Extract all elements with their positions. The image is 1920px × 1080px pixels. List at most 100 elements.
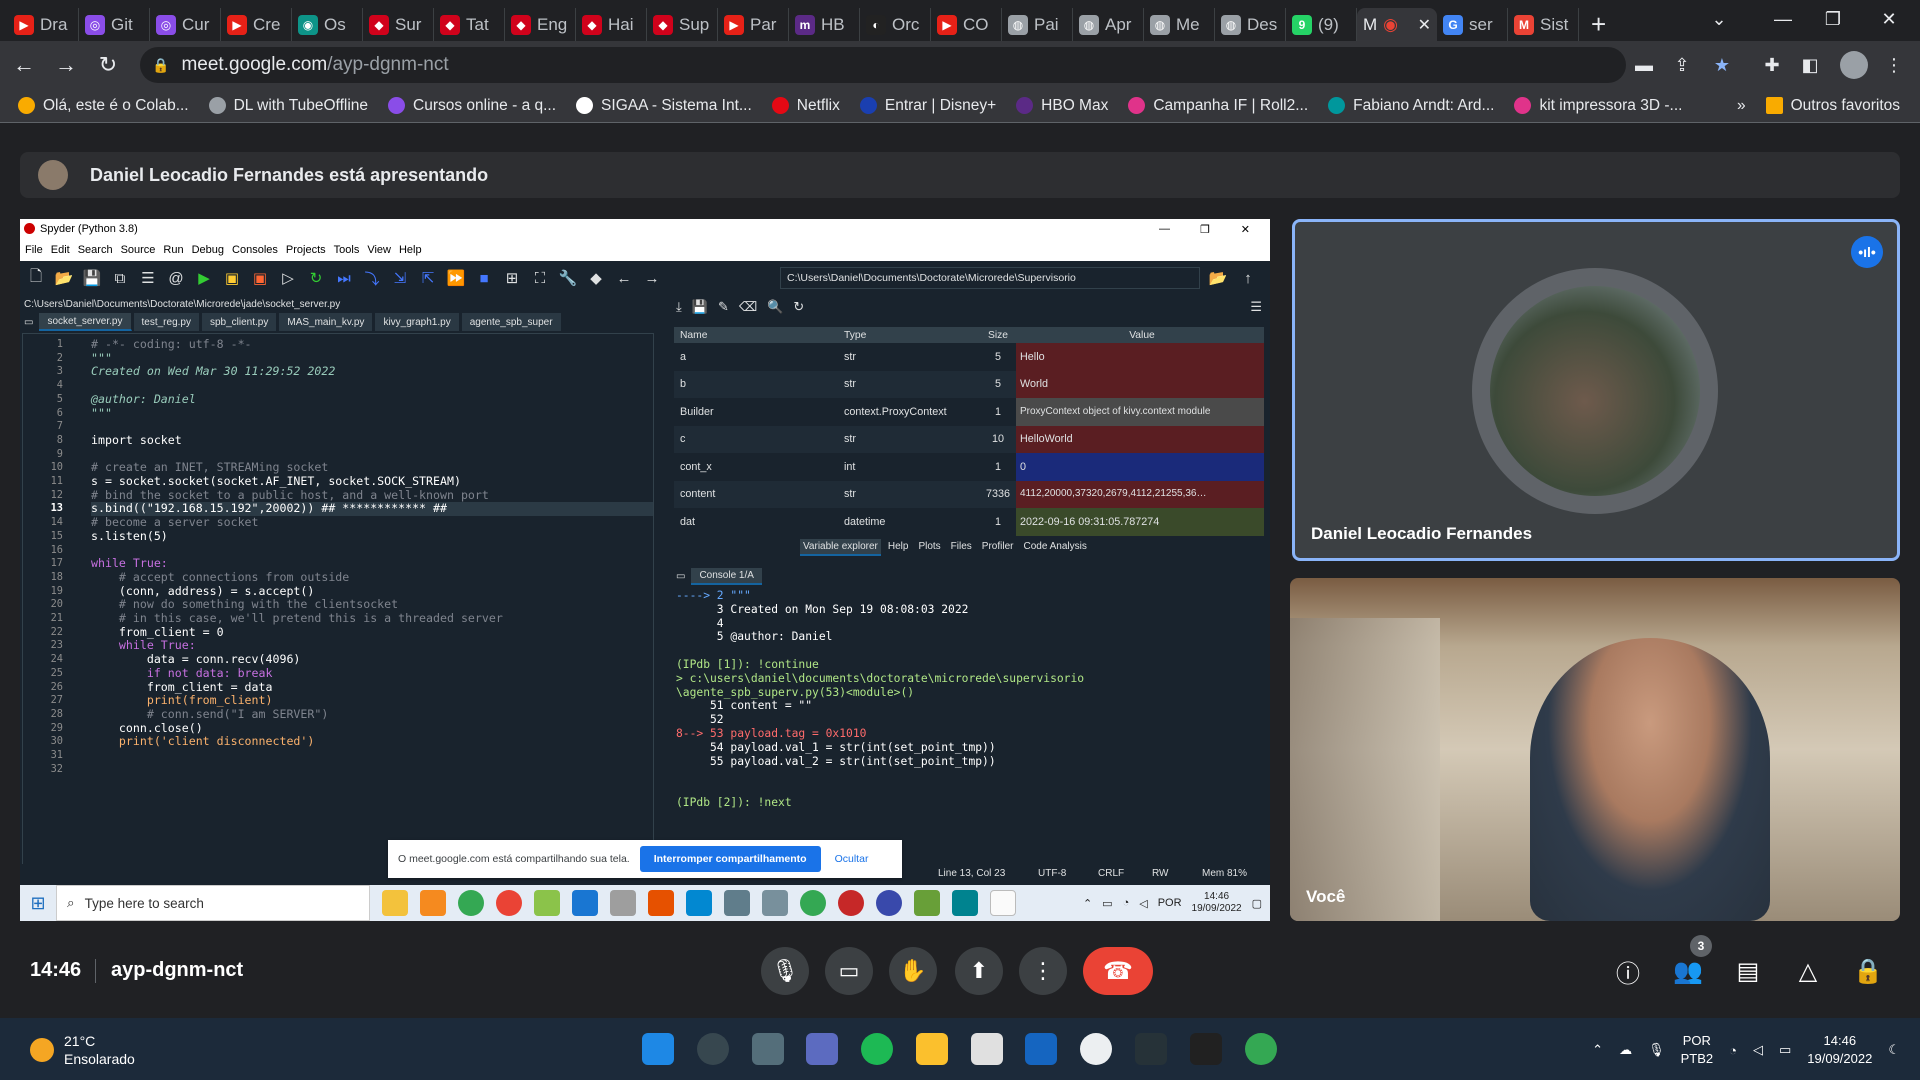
mail-icon[interactable] xyxy=(572,890,598,916)
keyboard-layout[interactable]: POR PTB2 xyxy=(1681,1032,1714,1068)
pane-tab[interactable]: Profiler xyxy=(979,539,1017,556)
code-line[interactable]: # bind the socket to a public host, and … xyxy=(91,488,653,503)
app-icon[interactable] xyxy=(952,890,978,916)
bookmark-item[interactable]: kit impressora 3D -... xyxy=(1514,97,1682,115)
activities-icon[interactable]: △ xyxy=(1788,951,1828,991)
at-icon[interactable]: @ xyxy=(166,268,186,288)
clock[interactable]: 14:46 19/09/2022 xyxy=(1807,1032,1872,1068)
refresh-icon[interactable]: ↻ xyxy=(793,299,804,315)
camera-in-use-icon[interactable]: ▬ xyxy=(1630,51,1658,79)
save-as-icon[interactable]: ✎ xyxy=(718,299,729,315)
app-icon[interactable] xyxy=(686,890,712,916)
store-icon[interactable] xyxy=(971,1033,1003,1065)
run-cell-advance-icon[interactable]: ▣ xyxy=(250,268,270,288)
variable-row[interactable]: content str 7336 4112,20000,37320,2679,4112… xyxy=(674,480,1264,508)
notepad-icon[interactable] xyxy=(990,890,1016,916)
code-line[interactable]: # conn.send("I am SERVER") xyxy=(91,707,653,722)
tray-chevron-icon[interactable]: ⌃ xyxy=(1592,1042,1603,1058)
file-explorer-icon[interactable] xyxy=(916,1033,948,1065)
code-line[interactable] xyxy=(91,749,653,763)
close-window-icon[interactable]: ✕ xyxy=(1866,0,1912,38)
code-line[interactable]: conn.close() xyxy=(91,721,653,736)
rerun-icon[interactable]: ↻ xyxy=(306,268,326,288)
pane-tab[interactable]: Files xyxy=(948,539,975,556)
code-line[interactable]: while True: xyxy=(91,557,653,571)
people-icon[interactable]: 👥 xyxy=(1668,951,1708,991)
browser-tab[interactable]: 9 (9) xyxy=(1286,8,1357,41)
back-icon[interactable]: ← xyxy=(6,47,42,83)
code-line[interactable]: from_client = data xyxy=(91,680,653,695)
stop-sharing-button[interactable]: Interromper compartilhamento xyxy=(639,846,821,872)
variable-row[interactable]: Builder context.ProxyContext 1 ProxyContext… xyxy=(674,398,1264,426)
microphone-icon[interactable]: 🎙 xyxy=(761,947,809,995)
present-screen-icon[interactable]: ⬆ xyxy=(955,947,1003,995)
bookmark-item[interactable]: Cursos online - a q... xyxy=(388,97,556,115)
pane-menu-icon[interactable]: ☰ xyxy=(1250,299,1262,315)
variable-row[interactable]: a str 5 Hello xyxy=(674,343,1264,371)
code-editor[interactable]: 1 2 3 4 5 6 7 8 9 10 11 12 13 14 15 16 17 18 19 20 21 22 23 24 2… xyxy=(22,333,654,878)
preferences-wrench-icon[interactable]: 🔧 xyxy=(558,268,578,288)
save-data-icon[interactable]: 💾 xyxy=(692,299,708,315)
browser-tab[interactable]: ◐ Orc xyxy=(860,8,931,41)
open-file-icon[interactable]: 📂 xyxy=(54,268,74,288)
restore-icon[interactable]: ❐ xyxy=(1810,0,1856,38)
editor-tab[interactable]: agente_spb_super xyxy=(461,313,562,331)
matlab-icon[interactable] xyxy=(648,890,674,916)
save-all-icon[interactable]: ⧉ xyxy=(110,268,130,288)
variable-row[interactable]: b str 5 World xyxy=(674,370,1264,398)
app-icon[interactable] xyxy=(534,890,560,916)
column-header[interactable]: Size xyxy=(980,330,1016,341)
menu-item[interactable]: Debug xyxy=(192,244,224,256)
profile-avatar[interactable] xyxy=(1840,51,1868,79)
pane-tab[interactable]: Code Analysis xyxy=(1020,539,1089,556)
raise-hand-icon[interactable]: ✋ xyxy=(889,947,937,995)
battery-icon[interactable]: ▭ xyxy=(1779,1042,1791,1058)
editor-tab[interactable]: spb_client.py xyxy=(201,313,278,331)
bookmark-item[interactable]: Fabiano Arndt: Ard... xyxy=(1328,97,1494,115)
nav-back-icon[interactable]: ← xyxy=(614,268,634,288)
search-icon[interactable] xyxy=(697,1033,729,1065)
app-icon[interactable] xyxy=(914,890,940,916)
browse-tabs-icon[interactable]: ▭ xyxy=(24,317,33,328)
step-icon[interactable]: ⤵ xyxy=(362,268,382,288)
app-icon[interactable] xyxy=(420,890,446,916)
code-line[interactable]: @author: Daniel xyxy=(91,392,653,407)
browser-tab[interactable]: ◎ Cur xyxy=(150,8,221,41)
chrome-icon[interactable] xyxy=(800,890,826,916)
bookmark-item[interactable]: Campanha IF | Roll2... xyxy=(1128,97,1308,115)
bookmarks-overflow-icon[interactable]: » xyxy=(1737,97,1746,115)
code-line[interactable]: from_client = 0 xyxy=(91,625,653,640)
variable-row[interactable]: c str 10 HelloWorld xyxy=(674,425,1264,453)
browser-tab[interactable]: M Sist xyxy=(1508,8,1579,41)
reload-icon[interactable]: ↻ xyxy=(90,47,126,83)
menu-item[interactable]: Run xyxy=(163,244,183,256)
variable-row[interactable]: dat datetime 1 2022-09-16 09:31:05.787274 xyxy=(674,508,1264,536)
mic-in-use-icon[interactable]: 🎙 xyxy=(1648,1042,1665,1058)
continue-icon[interactable]: ⏩ xyxy=(446,268,466,288)
editor-tab[interactable]: MAS_main_kv.py xyxy=(279,313,374,331)
extensions-icon[interactable]: ✚ xyxy=(1758,51,1786,79)
bookmark-item[interactable]: HBO Max xyxy=(1016,97,1108,115)
menu-item[interactable]: File xyxy=(25,244,43,256)
browser-tab[interactable]: ▶ Par xyxy=(718,8,789,41)
menu-item[interactable]: View xyxy=(367,244,391,256)
chrome-icon[interactable] xyxy=(458,890,484,916)
menu-item[interactable]: Tools xyxy=(334,244,360,256)
python-path-icon[interactable]: ◆ xyxy=(586,268,606,288)
browser-tab[interactable]: ◍ Apr xyxy=(1073,8,1144,41)
other-bookmarks[interactable]: Outros favoritos xyxy=(1765,97,1900,115)
code-line[interactable]: # accept connections from outside xyxy=(91,570,653,585)
erase-icon[interactable]: ⌫ xyxy=(739,299,757,315)
debug-icon[interactable]: ⏭ xyxy=(334,268,354,288)
fullscreen-icon[interactable]: ⛶ xyxy=(530,268,550,288)
teams-chat-icon[interactable] xyxy=(806,1033,838,1065)
browser-tab[interactable]: ◎ Git xyxy=(79,8,150,41)
steam-icon[interactable] xyxy=(1135,1033,1167,1065)
code-line[interactable]: # now do something with the clientsocket xyxy=(91,598,653,612)
code-line[interactable]: (conn, address) = s.accept() xyxy=(91,584,653,599)
run-selection-icon[interactable]: ▷ xyxy=(278,268,298,288)
host-controls-lock-icon[interactable]: 🔒 xyxy=(1848,951,1888,991)
app-icon[interactable] xyxy=(610,890,636,916)
browser-tab[interactable]: ◉ Os xyxy=(292,8,363,41)
maximize-pane-icon[interactable]: ⊞ xyxy=(502,268,522,288)
